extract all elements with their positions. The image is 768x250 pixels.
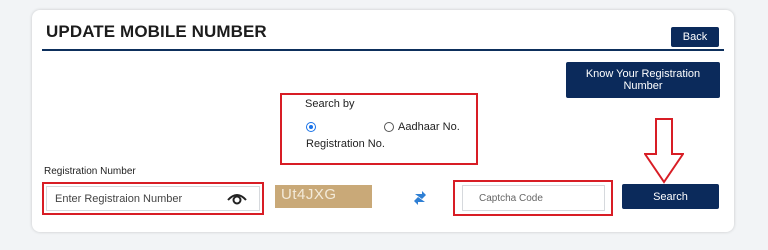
radio-label-registration-no: Registration No. <box>306 138 385 150</box>
radio-aadhaar-no[interactable] <box>384 122 394 132</box>
eye-icon[interactable] <box>226 190 248 206</box>
down-arrow-icon <box>644 118 684 184</box>
back-button[interactable]: Back <box>671 27 719 47</box>
search-button[interactable]: Search <box>622 184 719 209</box>
title-divider <box>42 49 724 51</box>
update-mobile-card: UPDATE MOBILE NUMBER Back Know Your Regi… <box>32 10 734 232</box>
search-by-label: Search by <box>305 98 355 110</box>
page-title: UPDATE MOBILE NUMBER <box>46 22 267 41</box>
captcha-code-input[interactable] <box>462 185 605 211</box>
radio-registration-no[interactable] <box>306 122 316 132</box>
radio-label-aadhaar-no: Aadhaar No. <box>398 121 460 133</box>
captcha-image: Ut4JXG <box>275 185 372 208</box>
refresh-icon[interactable] <box>412 190 428 206</box>
registration-number-label: Registration Number <box>44 166 136 177</box>
know-registration-button[interactable]: Know Your Registration Number <box>566 62 720 98</box>
